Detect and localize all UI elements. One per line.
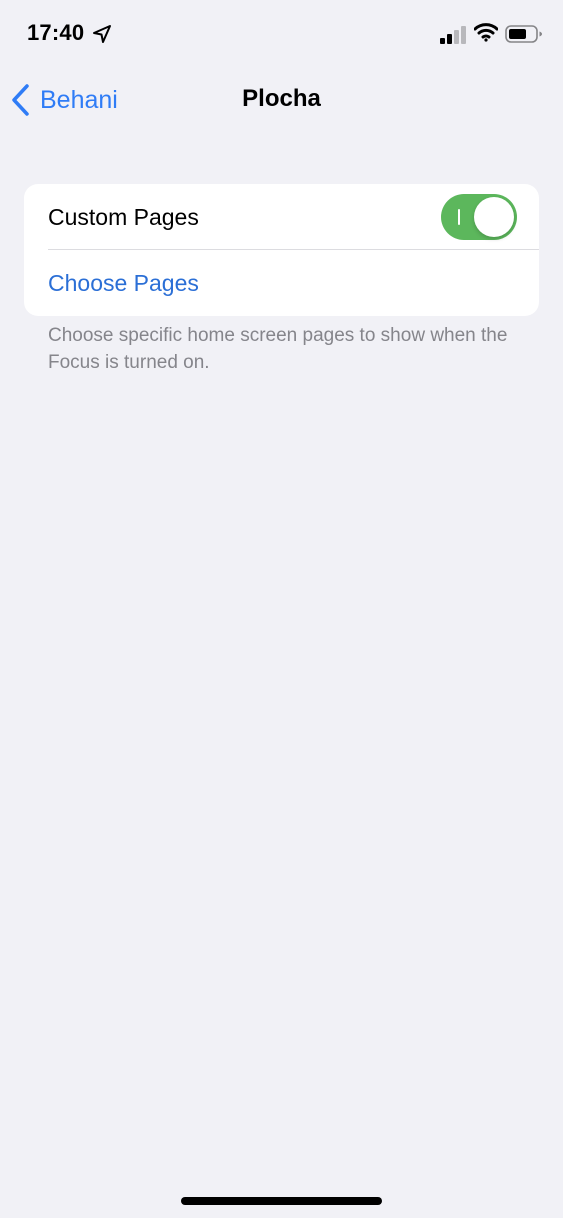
page-title: Plocha bbox=[242, 85, 321, 112]
battery-icon bbox=[505, 25, 542, 43]
navigation-bar: Behani Plocha bbox=[0, 70, 563, 130]
choose-pages-link[interactable]: Choose Pages bbox=[48, 270, 199, 297]
location-arrow-icon bbox=[93, 25, 111, 43]
custom-pages-row: Custom Pages bbox=[24, 184, 539, 250]
toggle-knob bbox=[474, 197, 514, 237]
settings-footer-note: Choose specific home screen pages to sho… bbox=[48, 325, 508, 373]
wifi-icon bbox=[474, 23, 498, 42]
cellular-signal-icon bbox=[440, 26, 466, 44]
home-indicator[interactable] bbox=[181, 1197, 382, 1205]
screen: 17:40 Behani Plocha Custom Pages Choose … bbox=[0, 0, 563, 1218]
choose-pages-row[interactable]: Choose Pages bbox=[24, 250, 539, 316]
status-time: 17:40 bbox=[27, 20, 85, 45]
toggle-on-indicator bbox=[458, 209, 460, 225]
settings-group: Custom Pages Choose Pages bbox=[24, 184, 539, 316]
status-bar: 17:40 bbox=[0, 0, 563, 70]
custom-pages-label: Custom Pages bbox=[48, 203, 199, 230]
custom-pages-toggle[interactable] bbox=[441, 194, 517, 240]
